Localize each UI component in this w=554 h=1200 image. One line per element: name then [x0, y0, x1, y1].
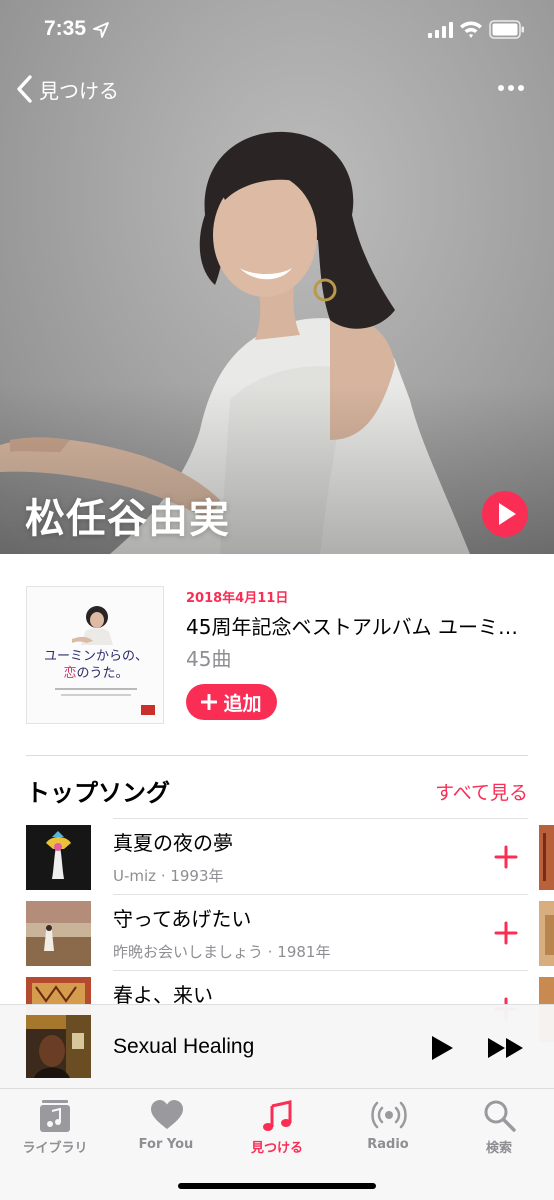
fast-forward-icon[interactable]	[487, 1037, 525, 1059]
now-playing-title: Sexual Healing	[113, 1035, 255, 1058]
play-icon	[499, 503, 516, 525]
back-button[interactable]: 見つける	[14, 74, 119, 104]
battery-icon	[489, 20, 524, 39]
cellular-signal-icon	[428, 22, 453, 38]
add-album-button[interactable]: 追加	[186, 684, 277, 720]
add-label: 追加	[223, 692, 262, 715]
song-title: 真夏の夜の夢	[113, 831, 233, 855]
cover-text-rest: のうた。	[77, 666, 129, 681]
play-icon[interactable]	[430, 1035, 454, 1061]
album-cover[interactable]: ユーミンからの、 恋のうた。	[26, 586, 164, 724]
tab-label: ライブラリ	[22, 1141, 88, 1156]
cover-text-line2: 恋のうた。	[63, 665, 128, 681]
wifi-icon	[460, 21, 482, 38]
cover-text-line1: ユーミンからの、	[44, 649, 148, 664]
cover-text-accent: 恋	[63, 665, 76, 681]
tab-library[interactable]: ライブラリ	[0, 1099, 110, 1159]
chevron-left-icon	[17, 75, 32, 103]
more-options-icon[interactable]	[497, 80, 525, 96]
release-date: 2018年4月11日	[186, 591, 289, 606]
album-artwork: ユーミンからの、 恋のうた。	[27, 587, 163, 723]
song-subtitle: 昨晩お会いしましょう · 1981年	[113, 943, 331, 961]
now-playing-artwork	[26, 1015, 91, 1078]
song-row[interactable]: 真夏の夜の夢 U-miz · 1993年	[0, 818, 554, 894]
tab-label: 検索	[485, 1141, 512, 1156]
top-songs-title: トップソング	[26, 779, 170, 807]
artist-name: 松任谷由実	[25, 496, 230, 542]
tab-radio[interactable]: Radio	[333, 1099, 443, 1159]
song-artwork	[26, 901, 91, 966]
status-bar: 7:35	[0, 0, 554, 60]
plus-icon	[201, 694, 218, 710]
mini-player[interactable]: Sexual Healing	[0, 1004, 554, 1088]
tab-label: 見つける	[250, 1141, 303, 1156]
tab-label: Radio	[367, 1137, 409, 1152]
plus-icon[interactable]	[494, 845, 518, 869]
tab-search[interactable]: 検索	[444, 1099, 554, 1159]
library-icon	[40, 1100, 70, 1132]
status-time: 7:35	[44, 17, 87, 40]
location-arrow-icon	[93, 22, 109, 38]
plus-icon[interactable]	[494, 921, 518, 945]
tab-label: For You	[138, 1137, 194, 1152]
tab-for-you[interactable]: For You	[111, 1099, 221, 1159]
heart-icon	[151, 1100, 183, 1129]
back-label: 見つける	[39, 78, 119, 103]
see-all-link[interactable]: すべて見る	[435, 778, 528, 805]
play-artist-button[interactable]	[482, 491, 528, 537]
track-count: 45曲	[186, 647, 232, 671]
song-row[interactable]: 守ってあげたい 昨晩お会いしましょう · 1981年	[0, 894, 554, 970]
song-artwork	[26, 825, 91, 890]
release-title[interactable]: 45周年記念ベストアルバム ユーミンからの、恋のうた。	[186, 611, 526, 640]
song-subtitle: U-miz · 1993年	[113, 867, 224, 885]
section-divider	[26, 755, 528, 756]
next-column-peek	[539, 825, 554, 890]
tab-browse[interactable]: 見つける	[222, 1099, 332, 1159]
search-icon	[484, 1100, 516, 1132]
song-title: 守ってあげたい	[113, 907, 252, 931]
home-indicator[interactable]	[178, 1183, 376, 1189]
music-note-icon	[263, 1100, 292, 1131]
next-column-peek	[539, 901, 554, 966]
radio-icon	[371, 1101, 407, 1129]
latest-release: ユーミンからの、 恋のうた。 2018年4月11日 45周年記念ベストアルバム …	[0, 554, 554, 754]
